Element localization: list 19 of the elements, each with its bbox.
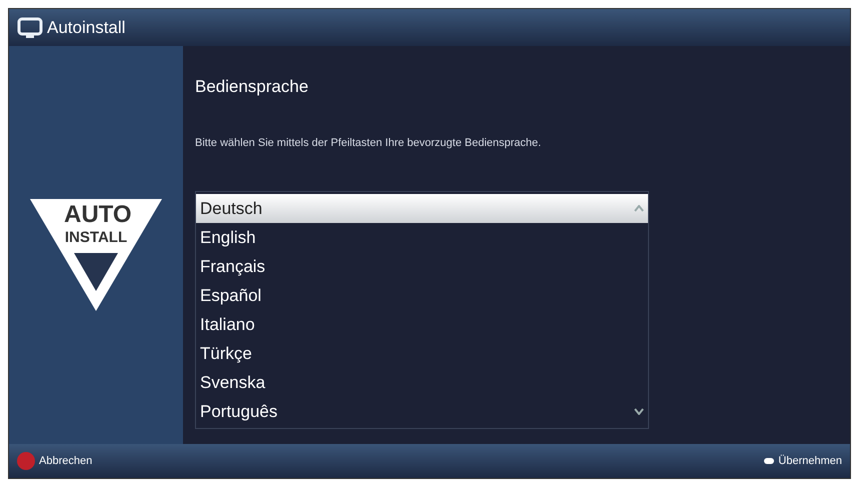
scroll-down-icon xyxy=(634,408,644,415)
cancel-label[interactable]: Abbrechen xyxy=(39,452,92,470)
accept-label[interactable]: Übernehmen xyxy=(778,452,842,470)
section-heading: Bediensprache xyxy=(195,76,310,98)
language-option[interactable]: Deutsch xyxy=(196,194,648,223)
language-option[interactable]: Español xyxy=(196,281,648,310)
language-option[interactable]: Türkçe xyxy=(196,339,648,368)
ok-key-icon xyxy=(764,458,774,464)
instruction-text: Bitte wählen Sie mittels der Pfeiltasten Ihre bevorzugte Bediensprache. xyxy=(195,136,542,150)
logo-text: AUTO xyxy=(64,201,128,229)
scroll-up-icon xyxy=(634,205,644,212)
language-option[interactable]: English xyxy=(196,223,648,252)
language-option[interactable]: Italiano xyxy=(196,310,648,339)
language-option[interactable]: Português xyxy=(196,397,648,426)
window-title: Autoinstall xyxy=(47,16,126,39)
tv-icon xyxy=(17,16,43,38)
logo-text: INSTALL xyxy=(64,229,128,247)
language-option[interactable]: Svenska xyxy=(196,368,648,397)
language-option[interactable]: Français xyxy=(196,252,648,281)
